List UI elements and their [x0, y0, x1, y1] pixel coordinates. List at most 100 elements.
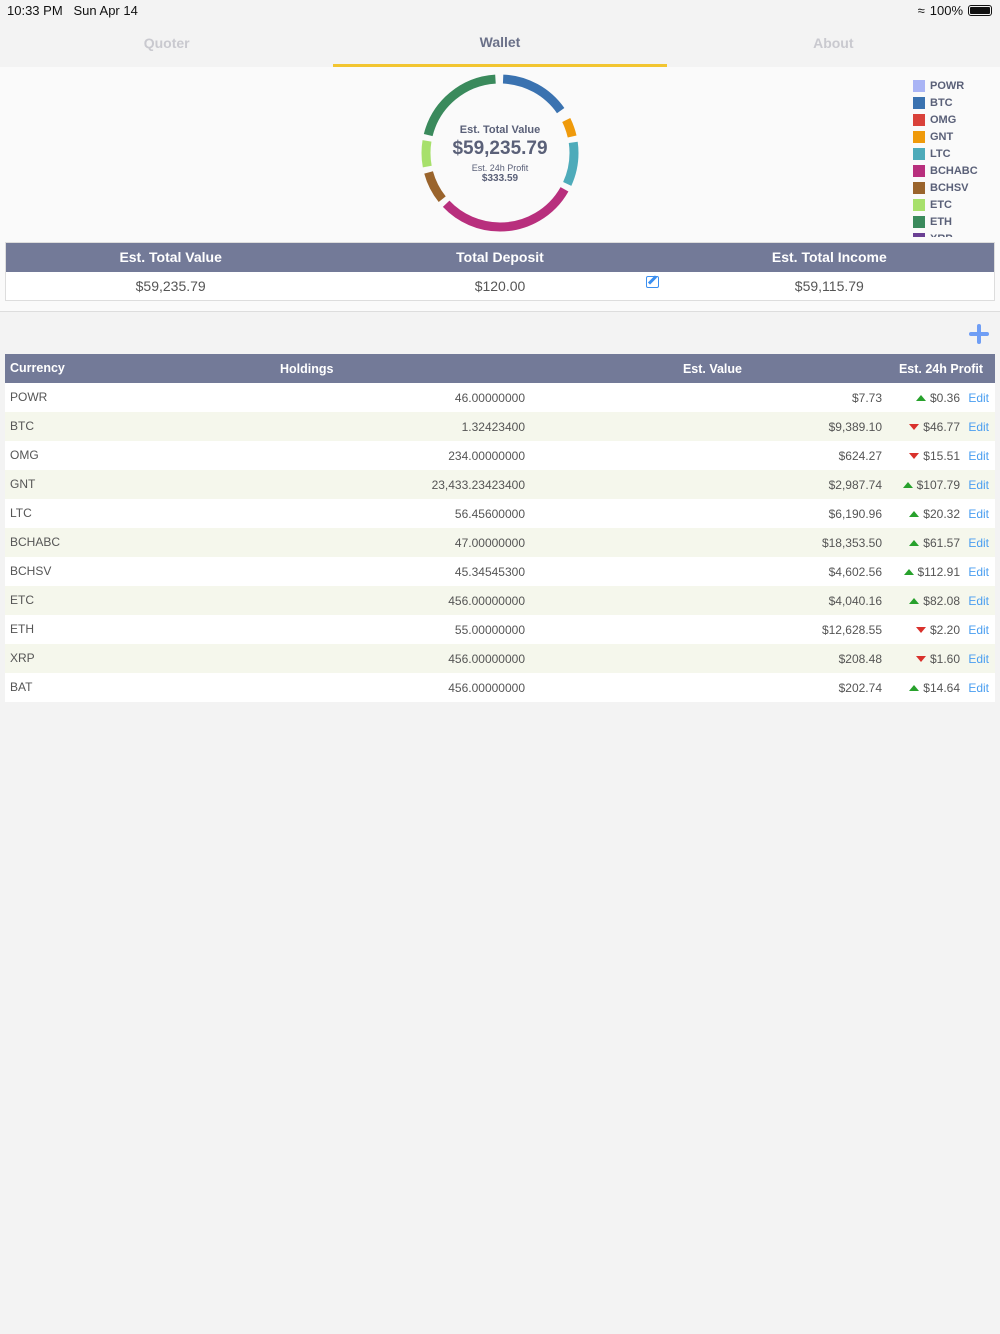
legend-swatch [913, 113, 925, 126]
header-value: Est. Value [682, 361, 742, 376]
row-holdings: 23,433.23423400 [431, 477, 525, 492]
row-holdings: 456.00000000 [448, 651, 525, 666]
tab-wallet[interactable]: Wallet [333, 20, 667, 67]
tab-quoter[interactable]: Quoter [0, 20, 333, 67]
table-row: GNT 23,433.23423400 $2,987.74 $107.79 Ed… [5, 470, 995, 499]
row-profit: $14.64 [909, 681, 960, 695]
arrow-up-icon [909, 597, 920, 604]
summary-header-income: Est. Total Income [771, 249, 887, 265]
legend-item: ETH [913, 213, 978, 230]
profit-value: $0.36 [929, 390, 960, 405]
row-profit: $0.36 [915, 390, 960, 405]
table-row: BTC 1.32423400 $9,389.10 $46.77 Edit [5, 412, 995, 441]
row-value: $4,602.56 [828, 564, 882, 579]
header-currency: Currency [10, 361, 65, 375]
legend-label: ETC [930, 198, 952, 211]
add-currency-button[interactable] [969, 324, 989, 344]
profit-value: $1.60 [929, 651, 960, 666]
legend-swatch [913, 181, 925, 194]
row-profit: $20.32 [909, 507, 960, 521]
legend-item: LTC [913, 145, 978, 162]
table-row: LTC 56.45600000 $6,190.96 $20.32 Edit [5, 499, 995, 528]
legend-item: BCHABC [913, 162, 978, 179]
edit-button[interactable]: Edit [968, 681, 989, 695]
table-row: BAT 456.00000000 $202.74 $14.64 Edit [5, 673, 995, 702]
profit-value: $112.91 [917, 564, 961, 579]
legend-label: BCHABC [930, 164, 978, 177]
row-profit: $112.91 [903, 564, 961, 579]
edit-button[interactable]: Edit [968, 623, 989, 637]
edit-button[interactable]: Edit [968, 594, 989, 608]
table-row: XRP 456.00000000 $208.48 $1.60 Edit [5, 644, 995, 673]
profit-value: $61.57 [923, 535, 960, 550]
legend-swatch [913, 164, 925, 177]
legend-label: POWR [930, 79, 965, 92]
profit-value: $2.20 [929, 622, 960, 637]
summary-table: Est. Total Value Total Deposit Est. Tota… [5, 242, 995, 301]
legend-swatch [913, 130, 925, 143]
legend-label: GNT [930, 130, 954, 143]
legend-label: XRP [930, 233, 953, 238]
profit-value: $20.32 [923, 506, 960, 521]
row-profit: $1.60 [915, 651, 960, 666]
row-holdings: 55.00000000 [454, 622, 525, 637]
profit-value: $14.64 [923, 680, 960, 695]
summary-header-value: Est. Total Value [119, 249, 222, 265]
battery-icon [968, 5, 992, 16]
edit-deposit-icon[interactable] [646, 276, 659, 288]
table-row: BCHABC 47.00000000 $18,353.50 $61.57 Edi… [5, 528, 995, 557]
edit-button[interactable]: Edit [968, 391, 989, 405]
tab-about[interactable]: About [667, 20, 1000, 67]
summary-total-deposit: $120.00 [474, 278, 526, 294]
arrow-down-icon [915, 626, 926, 633]
edit-button[interactable]: Edit [968, 507, 989, 521]
row-value: $7.73 [851, 390, 882, 405]
row-profit: $107.79 [902, 478, 960, 492]
row-holdings: 456.00000000 [448, 593, 525, 608]
legend-swatch [913, 96, 925, 109]
chart-panel: Est. Total Value $59,235.79 Est. 24h Pro… [0, 67, 1000, 312]
row-value: $6,190.96 [828, 506, 882, 521]
row-holdings: 47.00000000 [454, 535, 525, 550]
table-row: OMG 234.00000000 $624.27 $15.51 Edit [5, 441, 995, 470]
legend-label: ETH [930, 215, 952, 228]
legend-item: POWR [913, 77, 978, 94]
row-value: $202.74 [838, 680, 882, 695]
status-time: 10:33 PM Sun Apr 14 [7, 3, 138, 18]
summary-total-income: $59,115.79 [794, 278, 864, 294]
edit-button[interactable]: Edit [968, 449, 989, 463]
legend-item: XRP [913, 230, 978, 237]
table-row: ETH 55.00000000 $12,628.55 $2.20 Edit [5, 615, 995, 644]
status-bar: 10:33 PM Sun Apr 14 ≈ 100% [0, 0, 1000, 20]
arrow-down-icon [909, 452, 920, 459]
arrow-up-icon [909, 510, 920, 517]
center-profit-label: Est. 24h Profit [471, 163, 529, 173]
legend-label: BCHSV [930, 181, 969, 194]
arrow-up-icon [909, 539, 920, 546]
wifi-icon: ≈ [917, 3, 925, 18]
row-value: $624.27 [838, 448, 882, 463]
edit-button[interactable]: Edit [968, 478, 989, 492]
row-profit: $82.08 [909, 594, 960, 608]
edit-button[interactable]: Edit [968, 420, 989, 434]
status-right: ≈ 100% [918, 3, 992, 18]
legend-item: BCHSV [913, 179, 978, 196]
profit-value: $46.77 [923, 419, 960, 434]
date: Sun Apr 14 [73, 3, 138, 18]
row-holdings: 456.00000000 [448, 680, 525, 695]
row-value: $2,987.74 [828, 477, 882, 492]
legend-label: LTC [930, 147, 951, 160]
edit-button[interactable]: Edit [968, 536, 989, 550]
arrow-down-icon [909, 423, 920, 430]
edit-button[interactable]: Edit [968, 652, 989, 666]
table-row: ETC 456.00000000 $4,040.16 $82.08 Edit [5, 586, 995, 615]
summary-total-value: $59,235.79 [135, 278, 206, 294]
legend-item: OMG [913, 111, 978, 128]
legend-swatch [913, 232, 925, 237]
table-row: BCHSV 45.34545300 $4,602.56 $112.91 Edit [5, 557, 995, 586]
row-holdings: 234.00000000 [448, 448, 525, 463]
edit-button[interactable]: Edit [968, 565, 989, 579]
center-value: $59,235.79 [452, 138, 548, 159]
row-profit: $15.51 [909, 449, 960, 463]
legend-label: OMG [930, 113, 957, 126]
